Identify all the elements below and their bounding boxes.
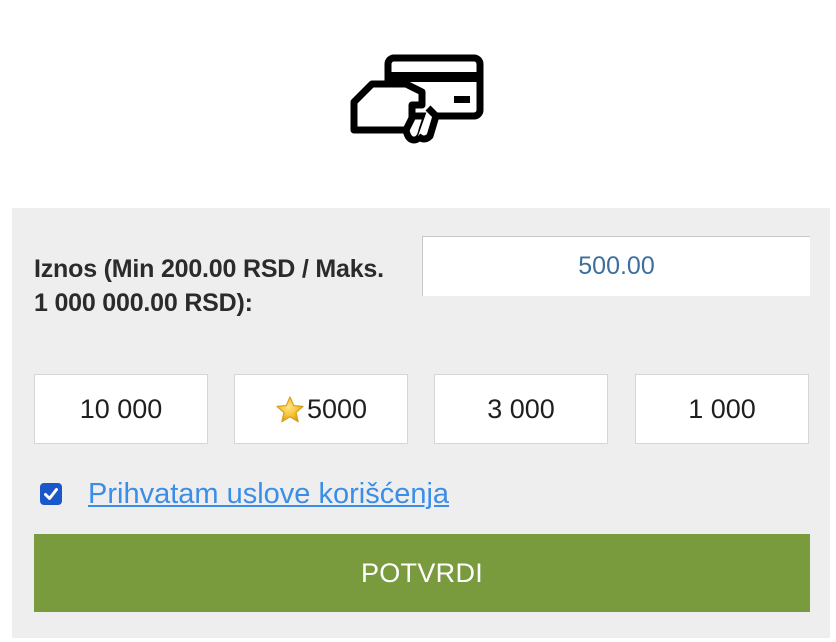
terms-link[interactable]: Prihvatam uslove korišćenja xyxy=(88,478,449,511)
star-icon xyxy=(276,396,304,423)
terms-row: Prihvatam uslove korišćenja xyxy=(40,474,449,514)
amount-input[interactable] xyxy=(422,236,810,296)
quick-amount-label: 1 000 xyxy=(688,393,756,424)
quick-amount-button-5000[interactable]: 5000 xyxy=(234,374,408,444)
deposit-form-page: Iznos (Min 200.00 RSD / Maks. 1 000 000.… xyxy=(0,0,836,642)
terms-checkbox[interactable] xyxy=(40,483,62,505)
quick-amount-button-1000[interactable]: 1 000 xyxy=(635,374,809,444)
amount-label: Iznos (Min 200.00 RSD / Maks. 1 000 000.… xyxy=(34,255,384,317)
deposit-panel: Iznos (Min 200.00 RSD / Maks. 1 000 000.… xyxy=(12,208,830,638)
confirm-button[interactable]: POTVRDI xyxy=(34,534,810,612)
card-in-hand-icon xyxy=(346,50,486,145)
quick-amount-button-10000[interactable]: 10 000 xyxy=(34,374,208,444)
quick-amount-button-3000[interactable]: 3 000 xyxy=(434,374,608,444)
quick-amount-label: 3 000 xyxy=(487,393,555,424)
quick-amount-label: 5000 xyxy=(306,393,368,424)
confirm-button-label: POTVRDI xyxy=(360,557,484,588)
check-icon xyxy=(44,488,58,500)
quick-amount-row: 10 000 5000 3 000 1 000 xyxy=(34,374,810,444)
quick-amount-label: 10 000 xyxy=(79,393,163,424)
